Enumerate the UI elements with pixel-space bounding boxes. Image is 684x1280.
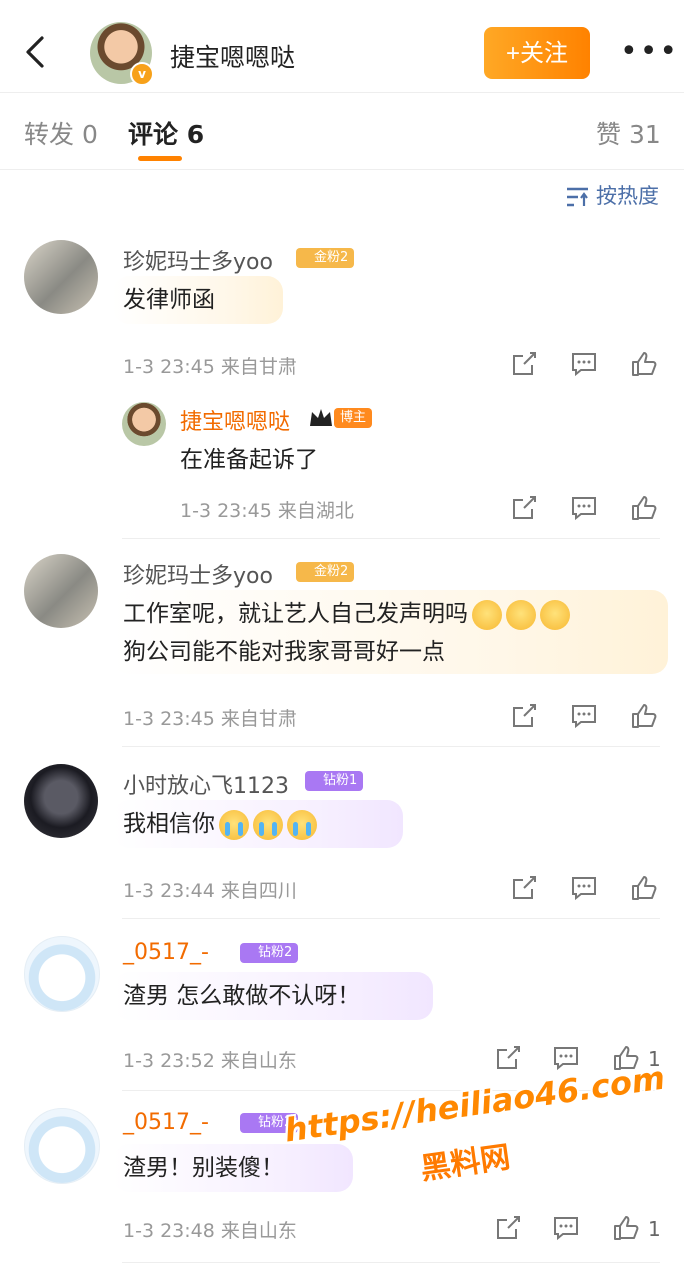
comment-icon[interactable] xyxy=(570,350,598,378)
comment-username[interactable]: 珍妮玛士多yoo xyxy=(123,558,273,590)
more-icon[interactable]: ••• xyxy=(620,37,679,67)
crown-icon xyxy=(310,409,332,426)
avatar[interactable] xyxy=(24,240,98,314)
divider xyxy=(122,1262,660,1263)
comment-meta: 1-3 23:45 来自湖北 xyxy=(180,500,354,522)
comment-text: 渣男！别装傻！ xyxy=(123,1155,284,1181)
top-bar: v 捷宝嗯嗯哒 +关注 ••• xyxy=(0,0,684,93)
comment-text: 在准备起诉了 xyxy=(180,447,318,473)
verified-icon: v xyxy=(130,62,154,86)
comment-meta: 1-3 23:48 来自山东 xyxy=(123,1220,297,1242)
comment-username[interactable]: 珍妮玛士多yoo xyxy=(123,244,273,276)
share-icon[interactable] xyxy=(494,1044,522,1072)
divider xyxy=(122,538,660,539)
like-icon[interactable] xyxy=(630,350,658,378)
crying-emoji-icon xyxy=(219,809,249,840)
comment-meta: 1-3 23:52 来自山东 xyxy=(123,1050,297,1072)
comment-meta: 1-3 23:45 来自甘肃 xyxy=(123,356,297,378)
share-icon[interactable] xyxy=(510,350,538,378)
comment-text: 发律师函 xyxy=(123,287,215,313)
thinking-emoji-icon xyxy=(506,599,536,630)
thinking-emoji-icon xyxy=(472,599,502,630)
comment-username[interactable]: _0517_- xyxy=(123,1110,209,1135)
comment-icon[interactable] xyxy=(570,874,598,902)
comment-username[interactable]: 捷宝嗯嗯哒 xyxy=(180,404,290,436)
crying-emoji-icon xyxy=(287,809,317,840)
share-icon[interactable] xyxy=(494,1214,522,1242)
avatar[interactable] xyxy=(24,1108,100,1184)
comment-text: 狗公司能不能对我家哥哥好一点 xyxy=(123,639,445,665)
blogger-badge: 博主 xyxy=(334,408,373,428)
like-icon[interactable] xyxy=(612,1214,640,1242)
avatar[interactable] xyxy=(24,554,98,628)
watermark-name: 黑料网 xyxy=(418,1139,513,1188)
comment-icon[interactable] xyxy=(552,1214,580,1242)
share-icon[interactable] xyxy=(510,494,538,522)
fan-badge: 金粉2 xyxy=(296,248,355,268)
comment-meta: 1-3 23:44 来自四川 xyxy=(123,880,297,902)
active-tab-indicator xyxy=(138,156,182,161)
sort-icon xyxy=(567,187,588,207)
fan-badge: 钻粉2 xyxy=(240,943,299,963)
comment-text: 工作室呢，就让艺人自己发声明吗 xyxy=(123,596,570,632)
tab-repost[interactable]: 转发 0 xyxy=(24,115,98,151)
comment-icon[interactable] xyxy=(570,494,598,522)
tab-likes[interactable]: 赞 31 xyxy=(596,115,661,151)
thinking-emoji-icon xyxy=(540,599,570,630)
divider xyxy=(122,746,660,747)
fan-badge: 金粉2 xyxy=(296,562,355,582)
share-icon[interactable] xyxy=(510,874,538,902)
follow-button[interactable]: +关注 xyxy=(484,27,590,79)
tab-bar: 转发 0 评论 6 赞 31 xyxy=(0,93,684,170)
like-icon[interactable] xyxy=(630,702,658,730)
sort-toggle[interactable]: 按热度 xyxy=(566,180,659,210)
comment-username[interactable]: _0517_- xyxy=(123,940,209,965)
share-icon[interactable] xyxy=(510,702,538,730)
divider xyxy=(122,918,660,919)
like-count: 1 xyxy=(648,1217,661,1241)
comment-username[interactable]: 小时放心飞1123 xyxy=(123,768,289,800)
page-title[interactable]: 捷宝嗯嗯哒 xyxy=(170,38,295,74)
avatar[interactable]: v xyxy=(90,22,154,86)
sort-label: 按热度 xyxy=(596,184,659,208)
comment-icon[interactable] xyxy=(552,1044,580,1072)
crying-emoji-icon xyxy=(253,809,283,840)
comment-meta: 1-3 23:45 来自甘肃 xyxy=(123,708,297,730)
avatar[interactable] xyxy=(24,764,98,838)
fan-badge: 钻粉1 xyxy=(305,771,364,791)
avatar[interactable] xyxy=(24,936,100,1012)
tab-comments[interactable]: 评论 6 xyxy=(128,115,204,151)
like-icon[interactable] xyxy=(630,874,658,902)
comment-text: 渣男 怎么敢做不认呀！ xyxy=(123,983,361,1009)
comment-icon[interactable] xyxy=(570,702,598,730)
avatar[interactable] xyxy=(122,402,166,446)
like-icon[interactable] xyxy=(630,494,658,522)
back-arrow-icon[interactable] xyxy=(18,34,54,70)
comment-text: 我相信你 xyxy=(123,806,317,842)
